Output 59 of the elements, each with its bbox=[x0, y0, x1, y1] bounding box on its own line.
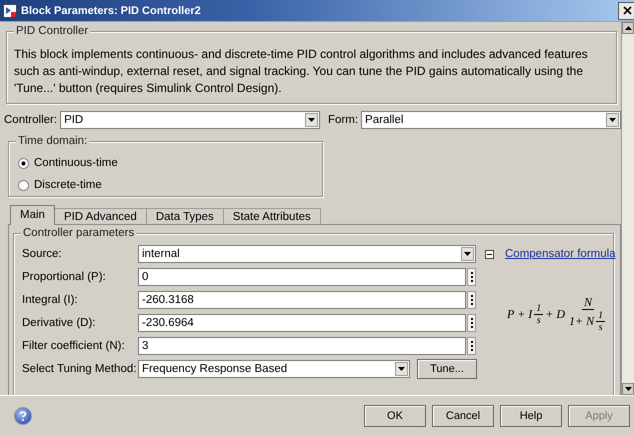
help-icon[interactable] bbox=[14, 406, 32, 424]
dialog-button[interactable]: Help bbox=[500, 404, 562, 426]
tune-button[interactable]: Tune... bbox=[417, 359, 477, 379]
caret-icon bbox=[308, 118, 316, 122]
field-label: Proportional (P): bbox=[22, 271, 107, 283]
dropdown-button[interactable] bbox=[461, 247, 474, 261]
input-field[interactable]: 0 bbox=[138, 268, 466, 286]
field-label: Filter coefficient (N): bbox=[22, 340, 126, 352]
scrollbar[interactable] bbox=[621, 22, 634, 395]
tab[interactable]: Main bbox=[10, 205, 55, 225]
dialog-button[interactable]: Cancel bbox=[432, 404, 494, 426]
radio-selected[interactable] bbox=[18, 158, 29, 168]
input-field[interactable]: -230.6964 bbox=[138, 314, 466, 332]
controller-dropdown[interactable]: PID bbox=[60, 111, 320, 129]
caret-icon bbox=[464, 252, 471, 256]
field-label: Select Tuning Method: bbox=[22, 363, 138, 375]
group-title: Controller parameters bbox=[21, 227, 136, 239]
window-title: Block Parameters: PID Controller2 bbox=[21, 4, 202, 16]
tuning-method-dropdown[interactable]: Frequency Response Based bbox=[138, 360, 410, 378]
tab[interactable]: State Attributes bbox=[222, 208, 321, 225]
tab[interactable]: Data Types bbox=[146, 208, 224, 225]
source-dropdown[interactable]: internal bbox=[138, 245, 476, 263]
form-dropdown[interactable]: Parallel bbox=[361, 111, 621, 129]
description-text: This block implements continuous- and discrete-time PID control algorithms and includes advanced features such as anti-windup, external reset, and signal tracking. You can tune the PID gains automatically using the 'Tune...' button (requires Simulink Control Design). bbox=[14, 46, 589, 97]
more-button[interactable] bbox=[467, 268, 476, 286]
more-button[interactable] bbox=[467, 291, 476, 309]
radio-button[interactable] bbox=[18, 180, 29, 190]
more-button[interactable] bbox=[467, 337, 476, 355]
scroll-down-button[interactable] bbox=[622, 383, 634, 395]
caret-icon bbox=[398, 367, 405, 371]
dropdown-button[interactable] bbox=[395, 362, 408, 376]
close-icon bbox=[622, 6, 632, 15]
input-field[interactable]: 3 bbox=[138, 337, 466, 355]
scroll-up-button[interactable] bbox=[622, 22, 634, 34]
collapse-icon[interactable] bbox=[485, 250, 494, 258]
dropdown-value: Parallel bbox=[364, 114, 404, 126]
field-label: Integral (I): bbox=[22, 294, 79, 306]
radio-label[interactable]: Continuous-time bbox=[34, 157, 118, 169]
dropdown-value: PID bbox=[63, 114, 84, 126]
compensator-formula-link[interactable]: Compensator formula bbox=[505, 248, 616, 260]
down-arrow-icon bbox=[624, 387, 632, 391]
input-field[interactable]: -260.3168 bbox=[138, 291, 466, 309]
field-label: Form: bbox=[327, 114, 360, 126]
dropdown-value: Frequency Response Based bbox=[141, 363, 288, 375]
field-label: Derivative (D): bbox=[22, 317, 96, 329]
app-icon bbox=[3, 4, 17, 18]
dropdown-button[interactable] bbox=[305, 113, 318, 127]
radio-label[interactable]: Discrete-time bbox=[34, 179, 102, 191]
field-label: Source: bbox=[22, 248, 63, 260]
up-arrow-icon bbox=[624, 26, 632, 30]
more-button[interactable] bbox=[467, 314, 476, 332]
dropdown-button[interactable] bbox=[606, 113, 619, 127]
dropdown-value: internal bbox=[141, 248, 181, 260]
field-label: Controller: bbox=[3, 114, 58, 126]
group-title: Time domain: bbox=[16, 135, 90, 147]
caret-icon bbox=[609, 118, 616, 122]
group-title: PID Controller bbox=[14, 25, 90, 37]
dialog-button[interactable]: OK bbox=[364, 404, 426, 426]
close-button[interactable] bbox=[618, 2, 634, 20]
